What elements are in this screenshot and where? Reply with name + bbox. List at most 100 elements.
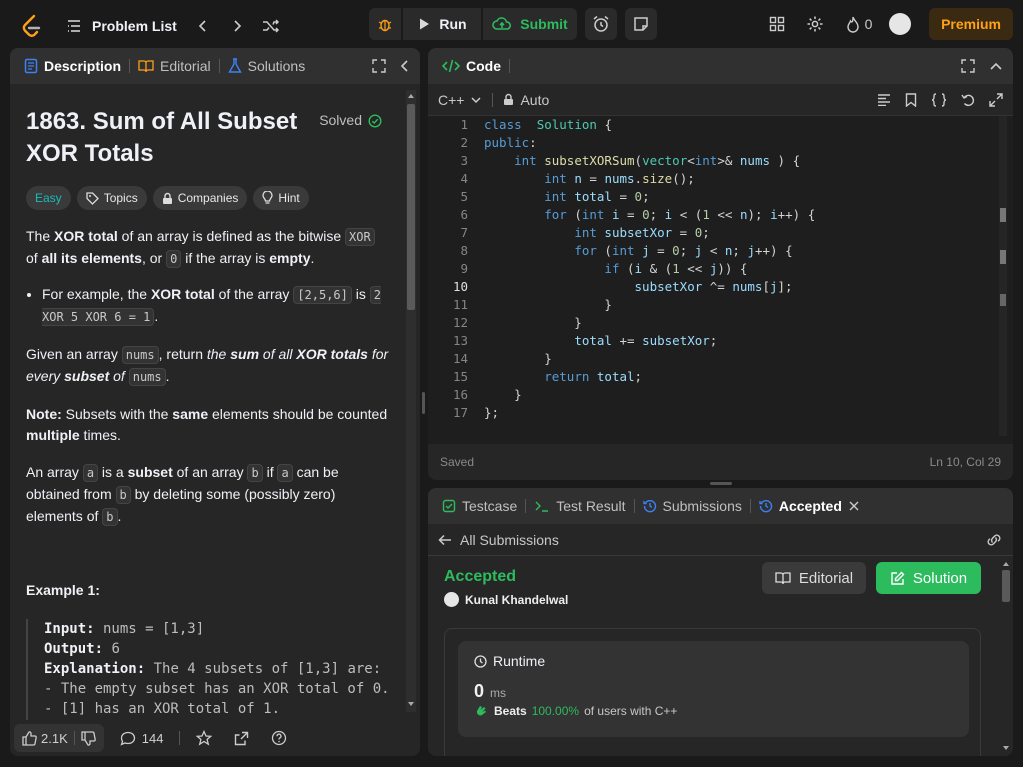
back-to-submissions-button[interactable]: All Submissions — [438, 532, 559, 548]
editor-scrollbar[interactable] — [999, 116, 1007, 436]
tab-testcase[interactable]: Testcase — [438, 498, 521, 514]
submission-author[interactable]: Kunal Khandelwal — [444, 592, 980, 607]
code-line[interactable]: 17}; — [428, 404, 1013, 422]
prev-problem-button[interactable] — [189, 12, 217, 40]
horizontal-resize-handle[interactable] — [710, 482, 732, 485]
code-line[interactable]: 6 for (int i = 0; i < (1 << n); i++) { — [428, 206, 1013, 224]
bookmark-button[interactable] — [905, 92, 917, 107]
play-icon — [420, 18, 430, 30]
note-icon — [634, 17, 648, 31]
tab-code[interactable]: Code — [438, 58, 505, 74]
result-scrollbar[interactable] — [1001, 558, 1011, 754]
submit-button[interactable]: Submit — [483, 8, 577, 40]
code-line[interactable]: 3 int subsetXORSum(vector<int>& nums ) { — [428, 152, 1013, 170]
description-scrollbar[interactable] — [406, 90, 416, 712]
code-line[interactable]: 4 int n = nums.size(); — [428, 170, 1013, 188]
tab-test-result[interactable]: Test Result — [530, 498, 629, 514]
code-text: } — [484, 351, 552, 366]
code-editor[interactable]: 1 class Solution {2 public: 3 int subsetXOR… — [428, 116, 1013, 436]
expand-icon — [372, 59, 386, 73]
tab-divider — [633, 499, 635, 513]
copy-link-button[interactable] — [985, 533, 1003, 547]
tab-editorial[interactable]: Editorial — [134, 58, 215, 74]
code-line[interactable]: 16 } — [428, 386, 1013, 404]
collapse-panel-button[interactable] — [400, 59, 410, 73]
code-line[interactable]: 2 public: — [428, 134, 1013, 152]
tab-solutions[interactable]: Solutions — [224, 58, 310, 74]
code-text: subsetXor ^= nums[j]; — [634, 279, 793, 294]
share-button[interactable] — [234, 731, 249, 746]
streak-counter[interactable]: 0 — [839, 10, 879, 38]
leetcode-logo-icon[interactable] — [20, 14, 44, 38]
tab-accepted[interactable]: Accepted — [755, 498, 864, 514]
code-line[interactable]: 8 for (int j = 0; j < n; j++) { — [428, 242, 1013, 260]
collapse-editor-button[interactable] — [989, 61, 1003, 71]
code-line[interactable]: 12 } — [428, 314, 1013, 332]
book-icon — [775, 572, 791, 585]
problem-list-button[interactable]: Problem List — [66, 18, 177, 34]
feedback-button[interactable] — [271, 730, 287, 746]
code-line[interactable]: 7 int subsetXor = 0; — [428, 224, 1013, 242]
editor-status-bar: Saved Ln 10, Col 29 — [428, 444, 1013, 480]
line-number: 3 — [460, 153, 468, 168]
maximize-panel-button[interactable] — [372, 59, 386, 73]
fire-icon — [846, 16, 859, 33]
bookmark-icon — [905, 92, 917, 107]
reset-code-button[interactable] — [961, 93, 975, 107]
author-name: Kunal Khandelwal — [465, 592, 569, 607]
auto-mode-toggle[interactable]: Auto — [503, 92, 549, 108]
tab-divider — [129, 59, 131, 73]
settings-button[interactable] — [801, 10, 829, 38]
code-line[interactable]: 9 if (i & (1 << j)) { — [428, 260, 1013, 278]
topics-tag[interactable]: Topics — [76, 186, 147, 210]
code-line[interactable]: 11 } — [428, 296, 1013, 314]
companies-tag[interactable]: Companies — [152, 186, 248, 210]
hint-tag[interactable]: Hint — [253, 186, 309, 210]
chevron-left-icon — [400, 60, 408, 72]
run-button[interactable]: Run — [403, 8, 481, 40]
like-button[interactable]: 2.1K — [14, 724, 104, 752]
close-icon[interactable] — [848, 500, 860, 512]
favorite-button[interactable] — [196, 730, 213, 746]
tab-submissions[interactable]: Submissions — [639, 498, 746, 514]
runtime-card[interactable]: Runtime 0 ms Beats 100.00% of users with… — [458, 641, 969, 737]
alarm-clock-icon — [593, 15, 609, 32]
code-text: } — [484, 387, 522, 402]
code-line[interactable]: 15 return total; — [428, 368, 1013, 386]
timer-button[interactable] — [585, 8, 617, 40]
code-text: for (int j = 0; j < n; j++) { — [574, 243, 793, 258]
premium-button[interactable]: Premium — [929, 8, 1013, 40]
code-line[interactable]: 10 subsetXor ^= nums[j]; — [428, 278, 1013, 296]
problem-list-label: Problem List — [92, 18, 177, 34]
description-footer: 2.1K 144 — [10, 720, 420, 756]
author-avatar — [444, 592, 459, 607]
solution-button[interactable]: Solution — [876, 562, 981, 594]
debug-button[interactable] — [369, 8, 401, 40]
code-line[interactable]: 1 class Solution { — [428, 116, 1013, 134]
random-problem-button[interactable] — [257, 12, 285, 40]
tab-description[interactable]: Description — [20, 58, 125, 74]
history-icon — [642, 499, 656, 513]
maximize-editor-button[interactable] — [961, 59, 975, 73]
help-circle-icon — [272, 730, 287, 746]
notes-button[interactable] — [625, 8, 657, 40]
code-line[interactable]: 13 total += subsetXor; — [428, 332, 1013, 350]
user-avatar[interactable] — [889, 13, 912, 35]
difficulty-badge: Easy — [26, 186, 71, 210]
format-code-button[interactable] — [877, 93, 891, 106]
braces-button[interactable] — [931, 92, 947, 107]
code-line[interactable]: 14 } — [428, 350, 1013, 368]
code-text: return total; — [544, 369, 643, 384]
vertical-resize-handle[interactable] — [422, 392, 425, 414]
comments-button[interactable]: 144 — [120, 731, 163, 746]
code-line[interactable]: 5 int total = 0; — [428, 188, 1013, 206]
language-select[interactable]: C++ — [438, 92, 482, 108]
fullscreen-button[interactable] — [989, 92, 1003, 107]
line-number: 12 — [452, 315, 468, 330]
link-icon — [987, 534, 1001, 545]
example-title: Example 1: — [26, 582, 100, 598]
thumbs-down-icon[interactable] — [81, 730, 96, 746]
editorial-button[interactable]: Editorial — [762, 562, 866, 594]
next-problem-button[interactable] — [223, 12, 251, 40]
layout-button[interactable] — [763, 10, 791, 38]
